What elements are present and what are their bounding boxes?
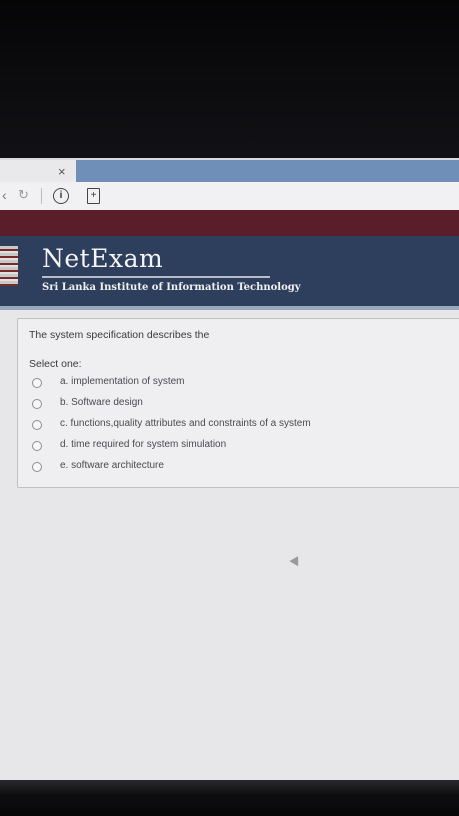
question-card: The system specification describes the S… <box>17 318 459 488</box>
address-bar: ‹ ↻ i + <box>0 182 459 211</box>
back-icon[interactable]: ‹ <box>2 187 7 203</box>
page-icon[interactable]: + <box>87 188 100 204</box>
radio-button[interactable] <box>32 462 42 472</box>
radio-button[interactable] <box>32 399 42 409</box>
site-header: NetExam Sri Lanka Institute of Informati… <box>0 236 459 306</box>
select-one-label: Select one: <box>29 358 82 370</box>
radio-button[interactable] <box>32 441 42 451</box>
info-icon[interactable]: i <box>53 188 69 204</box>
header-divider <box>0 306 459 310</box>
close-icon[interactable]: × <box>58 164 66 179</box>
site-top-bar <box>0 210 459 236</box>
tab-strip-background <box>76 160 459 182</box>
tab-strip: × <box>0 158 459 182</box>
brand-divider <box>42 276 270 278</box>
option-label[interactable]: a. implementation of system <box>60 376 185 387</box>
mouse-cursor-icon <box>289 556 303 569</box>
answer-option-e[interactable]: e. software architecture <box>18 460 458 478</box>
option-label[interactable]: d. time required for system simulation <box>60 439 226 450</box>
monitor-bezel-bottom <box>0 780 459 816</box>
answer-option-b[interactable]: b. Software design <box>18 397 458 415</box>
sliit-logo <box>0 246 18 286</box>
browser-window: × ‹ ↻ i + NetExam Sri Lanka Institute of… <box>0 158 459 780</box>
reload-icon[interactable]: ↻ <box>18 187 29 203</box>
option-label[interactable]: e. software architecture <box>60 460 164 471</box>
option-label[interactable]: c. functions,quality attributes and cons… <box>60 418 311 429</box>
radio-button[interactable] <box>32 420 42 430</box>
browser-tab[interactable]: × <box>0 160 76 182</box>
answer-option-a[interactable]: a. implementation of system <box>18 376 458 394</box>
site-brand[interactable]: NetExam <box>42 244 163 273</box>
monitor-bezel-top <box>0 0 459 160</box>
answer-option-c[interactable]: c. functions,quality attributes and cons… <box>18 418 458 436</box>
radio-button[interactable] <box>32 378 42 388</box>
toolbar-divider <box>41 188 42 204</box>
question-text: The system specification describes the <box>29 329 210 341</box>
option-label[interactable]: b. Software design <box>60 397 143 408</box>
answer-option-d[interactable]: d. time required for system simulation <box>18 439 458 457</box>
site-subtitle: Sri Lanka Institute of Information Techn… <box>42 282 301 293</box>
